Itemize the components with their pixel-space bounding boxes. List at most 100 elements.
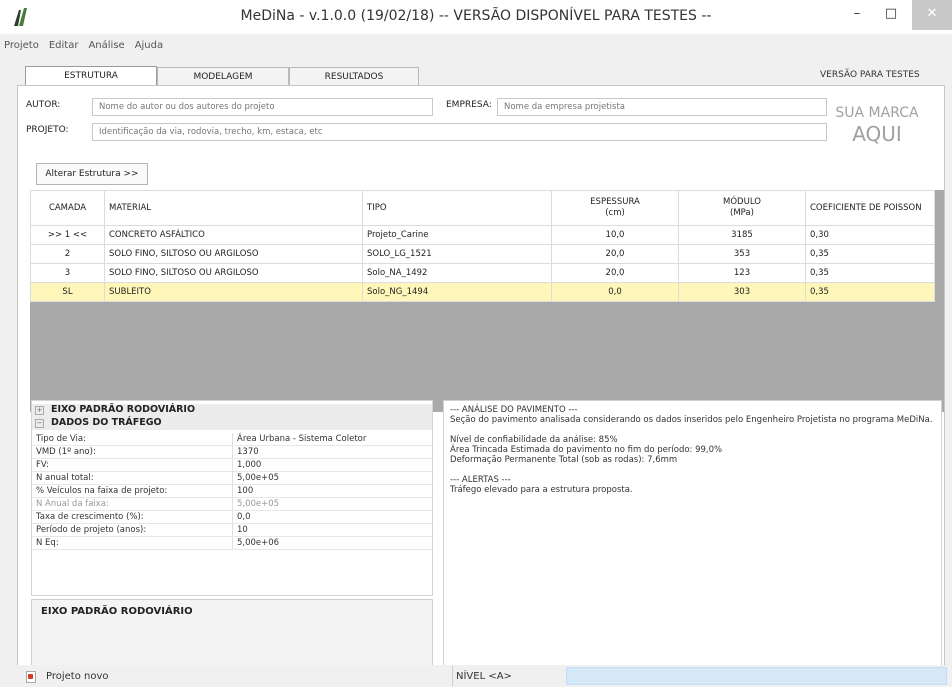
analysis-textbox[interactable]: --- ANÁLISE DO PAVIMENTO --- Seção do pa… — [443, 400, 942, 670]
property-value[interactable]: 100 — [232, 484, 433, 498]
property-value[interactable]: 0,0 — [232, 510, 433, 524]
property-row[interactable]: % Veículos na faixa de projeto: 100 — [32, 484, 433, 498]
new-project-icon — [26, 671, 36, 683]
col-header-poisson[interactable]: COEFICIENTE DE POISSON — [805, 190, 935, 226]
property-value[interactable]: 1370 — [232, 445, 433, 459]
alertas-title: --- ALERTAS --- — [450, 475, 511, 485]
status-divider — [452, 666, 453, 686]
property-row[interactable]: N Eq: 5,00e+06 — [32, 536, 433, 550]
menu-bar: Projeto Editar Análise Ajuda — [0, 40, 169, 56]
cell-tipo[interactable]: Solo_NA_1492 — [362, 263, 552, 283]
cell-espessura[interactable]: 10,0 — [551, 225, 679, 245]
group-dados-trafego-label: DADOS DO TRÁFEGO — [51, 417, 162, 428]
espessura-unit: (cm) — [605, 208, 625, 218]
cell-poisson[interactable]: 0,35 — [805, 282, 935, 302]
table-row-selected[interactable]: SL SUBLEITO Solo_NG_1494 0,0 303 0,35 — [30, 282, 935, 302]
group-eixo-padrao[interactable]: + EIXO PADRÃO RODOVIÁRIO — [32, 404, 432, 417]
col-header-espessura[interactable]: ESPESSURA (cm) — [551, 190, 679, 226]
cell-modulo[interactable]: 123 — [678, 263, 806, 283]
col-header-camada[interactable]: CAMADA — [30, 190, 105, 226]
alterar-estrutura-button[interactable]: Alterar Estrutura >> — [36, 163, 148, 185]
expand-icon[interactable]: + — [35, 406, 44, 415]
tab-modelagem[interactable]: MODELAGEM — [157, 67, 289, 85]
property-value[interactable]: 10 — [232, 523, 433, 537]
table-row[interactable]: 3 SOLO FINO, SILTOSO OU ARGILOSO Solo_NA… — [30, 263, 935, 283]
table-header-row: CAMADA MATERIAL TIPO ESPESSURA (cm) MÓDUL… — [30, 190, 935, 226]
traffic-table: Tipo de Via: Área Urbana - Sistema Coleto… — [32, 433, 433, 550]
cell-modulo[interactable]: 353 — [678, 244, 806, 264]
layers-grid: CAMADA MATERIAL TIPO ESPESSURA (cm) MÓDUL… — [30, 190, 944, 412]
nivel-indicator: NÍVEL <A> — [456, 671, 512, 682]
alerta-item: Tráfego elevado para a estrutura propost… — [450, 485, 633, 495]
property-description-panel: EIXO PADRÃO RODOVIÁRIO — [31, 599, 433, 669]
cell-material[interactable]: CONCRETO ASFÁLTICO — [104, 225, 363, 245]
projeto-field[interactable]: Identificação da via, rodovia, trecho, k… — [92, 123, 827, 141]
cell-camada[interactable]: >> 1 << — [30, 225, 105, 245]
property-row[interactable]: Tipo de Via: Área Urbana - Sistema Coleto… — [32, 433, 433, 446]
cell-material[interactable]: SOLO FINO, SILTOSO OU ARGILOSO — [104, 263, 363, 283]
cell-poisson[interactable]: 0,30 — [805, 225, 935, 245]
cell-tipo[interactable]: SOLO_LG_1521 — [362, 244, 552, 264]
analysis-intro: Seção do pavimento analisada considerand… — [450, 415, 933, 425]
property-row[interactable]: Período de projeto (anos): 10 — [32, 523, 433, 537]
cell-camada[interactable]: 3 — [30, 263, 105, 283]
empresa-field[interactable]: Nome da empresa projetista — [497, 98, 827, 116]
tab-resultados[interactable]: RESULTADOS — [289, 67, 419, 85]
autor-field[interactable]: Nome do autor ou dos autores do projeto — [92, 98, 433, 116]
menu-projeto[interactable]: Projeto — [4, 40, 39, 51]
property-key: Taxa de crescimento (%): — [32, 510, 233, 524]
menu-ajuda[interactable]: Ajuda — [135, 40, 163, 51]
col-header-material[interactable]: MATERIAL — [104, 190, 363, 226]
property-row[interactable]: N anual total: 5,00e+05 — [32, 471, 433, 485]
cell-material[interactable]: SOLO FINO, SILTOSO OU ARGILOSO — [104, 244, 363, 264]
cell-material[interactable]: SUBLEITO — [104, 282, 363, 302]
modulo-unit: (MPa) — [730, 208, 754, 218]
property-row[interactable]: VMD (1º ano): 1370 — [32, 445, 433, 459]
property-value[interactable]: Área Urbana - Sistema Coletor — [232, 433, 433, 446]
property-value[interactable]: 5,00e+05 — [232, 471, 433, 485]
brand-line-2: AQUI — [852, 122, 902, 146]
cell-tipo[interactable]: Solo_NG_1494 — [362, 282, 552, 302]
property-row[interactable]: Taxa de crescimento (%): 0,0 — [32, 510, 433, 524]
espessura-label: ESPESSURA — [590, 197, 640, 207]
menu-analise[interactable]: Análise — [88, 40, 124, 51]
property-key: FV: — [32, 458, 233, 472]
property-key: VMD (1º ano): — [32, 445, 233, 459]
cell-camada[interactable]: 2 — [30, 244, 105, 264]
cell-tipo[interactable]: Projeto_Carine — [362, 225, 552, 245]
traffic-property-grid: + EIXO PADRÃO RODOVIÁRIO − DADOS DO TRÁF… — [31, 400, 433, 596]
property-row[interactable]: FV: 1,000 — [32, 458, 433, 472]
property-key: % Veículos na faixa de projeto: — [32, 484, 233, 498]
table-row[interactable]: 2 SOLO FINO, SILTOSO OU ARGILOSO SOLO_LG… — [30, 244, 935, 264]
layers-table: CAMADA MATERIAL TIPO ESPESSURA (cm) MÓDUL… — [30, 190, 935, 302]
cell-poisson[interactable]: 0,35 — [805, 244, 935, 264]
property-value[interactable]: 5,00e+06 — [232, 536, 433, 550]
col-header-modulo[interactable]: MÓDULO (MPa) — [678, 190, 806, 226]
col-header-tipo[interactable]: TIPO — [362, 190, 552, 226]
property-key: N anual total: — [32, 471, 233, 485]
collapse-icon[interactable]: − — [35, 419, 44, 428]
close-button[interactable]: ✕ — [912, 0, 952, 30]
property-value[interactable]: 1,000 — [232, 458, 433, 472]
cell-espessura[interactable]: 0,0 — [551, 282, 679, 302]
table-row[interactable]: >> 1 << CONCRETO ASFÁLTICO Projeto_Carin… — [30, 225, 935, 245]
cell-camada[interactable]: SL — [30, 282, 105, 302]
empresa-label: EMPRESA: — [446, 100, 492, 110]
property-value: 5,00e+05 — [232, 497, 433, 511]
analysis-title: --- ANÁLISE DO PAVIMENTO --- — [450, 405, 578, 415]
tab-estrutura[interactable]: ESTRUTURA — [25, 66, 157, 86]
menu-editar[interactable]: Editar — [49, 40, 79, 51]
cell-espessura[interactable]: 20,0 — [551, 244, 679, 264]
group-eixo-padrao-label: EIXO PADRÃO RODOVIÁRIO — [51, 404, 196, 415]
cell-espessura[interactable]: 20,0 — [551, 263, 679, 283]
cell-poisson[interactable]: 0,35 — [805, 263, 935, 283]
projeto-label: PROJETO: — [26, 125, 69, 135]
maximize-button[interactable]: □ — [874, 0, 908, 30]
group-dados-trafego[interactable]: − DADOS DO TRÁFEGO — [32, 417, 432, 430]
progress-bar — [566, 667, 947, 685]
cell-modulo[interactable]: 303 — [678, 282, 806, 302]
minimize-button[interactable]: – — [840, 0, 874, 30]
autor-label: AUTOR: — [26, 100, 61, 110]
window-title: MeDiNa - v.1.0.0 (19/02/18) -- VERSÃO DI… — [240, 8, 712, 24]
cell-modulo[interactable]: 3185 — [678, 225, 806, 245]
